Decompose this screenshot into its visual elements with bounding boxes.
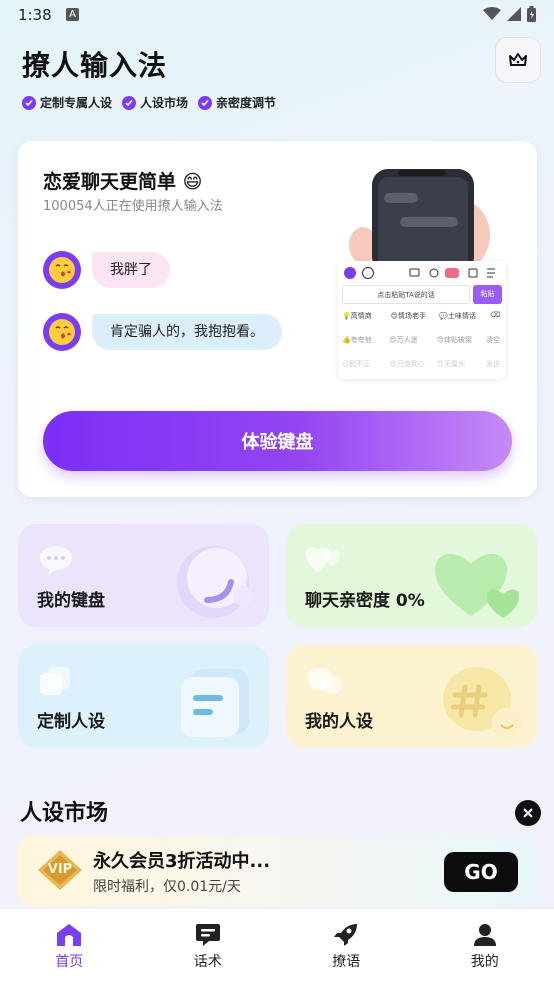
keyboard-paste-button: 粘贴 bbox=[473, 285, 502, 304]
status-icons bbox=[483, 6, 536, 22]
backspace-icon: ⌫ bbox=[490, 311, 500, 319]
close-icon bbox=[523, 808, 533, 818]
keyboard-chip: 😏假不正 bbox=[342, 360, 371, 368]
tile-my-persona[interactable]: 我的人设 bbox=[286, 645, 537, 748]
feature-item: 人设市场 bbox=[122, 94, 188, 111]
tile-custom-persona[interactable]: 定制人设 bbox=[18, 645, 269, 748]
signal-icon bbox=[507, 7, 521, 21]
user-icon bbox=[473, 924, 496, 946]
feature-list: 定制专属人设 人设市场 亲密度调节 bbox=[22, 94, 276, 111]
wifi-icon bbox=[483, 7, 501, 20]
tab-flirt[interactable]: 撩语 bbox=[277, 909, 416, 984]
keyboard-chip: 😊万人迷 bbox=[389, 336, 418, 344]
document-decoration-icon bbox=[181, 669, 249, 737]
check-icon bbox=[122, 95, 137, 110]
chat-bubble-icon bbox=[40, 546, 72, 575]
chat-icon bbox=[195, 924, 220, 946]
phone-in-hand-illustration bbox=[349, 169, 490, 273]
feature-item: 亲密度调节 bbox=[198, 94, 276, 111]
feature-label: 人设市场 bbox=[140, 96, 189, 110]
keyboard-row: 💡高情商 😊情场老手 💬土味情话 ⌫ bbox=[342, 311, 502, 321]
avatar bbox=[43, 251, 81, 289]
tab-label: 话术 bbox=[193, 954, 222, 970]
keyboard-input-field: 点击粘贴TA说的话 bbox=[342, 285, 470, 304]
chat-bubble-other: 我胖了 bbox=[92, 252, 170, 288]
keyboard-chip: 😊只道我心 bbox=[389, 360, 425, 368]
feature-label: 定制专属人设 bbox=[40, 96, 113, 110]
tile-label: 我的人设 bbox=[305, 712, 373, 732]
intro-card: 恋爱聊天更简单 😄 100054人正在使用撩人输入法 我胖了 肯定骗人的，我抱抱… bbox=[18, 141, 537, 497]
promo-title: 永久会员3折活动中... bbox=[93, 851, 271, 872]
app-title: 撩人输入法 bbox=[22, 49, 168, 82]
keyboard-chip: 😊体贴被窝 bbox=[436, 336, 472, 344]
market-section-title: 人设市场 bbox=[20, 801, 109, 826]
go-button[interactable]: GO bbox=[444, 852, 518, 892]
green-hearts-decoration-icon bbox=[435, 553, 519, 618]
tile-chat-intimacy[interactable]: 聊天亲密度 0% bbox=[286, 524, 537, 627]
keyboard-send: 发送 bbox=[485, 360, 500, 368]
check-icon bbox=[22, 95, 36, 110]
kiss-emoji-icon bbox=[49, 319, 75, 345]
feature-item: 定制专属人设 bbox=[22, 94, 112, 111]
tab-label: 首页 bbox=[55, 954, 84, 970]
close-promo-button[interactable] bbox=[515, 800, 541, 826]
keyboard-chip: 😊情场老手 bbox=[390, 312, 426, 320]
kiss-emoji-icon bbox=[49, 257, 75, 283]
keyboard-chip: 😊无厘头 bbox=[436, 360, 465, 368]
bottom-tab-bar: 首页 话术 撩语 我的 bbox=[0, 908, 554, 984]
tile-label: 定制人设 bbox=[37, 712, 105, 732]
crown-icon bbox=[509, 53, 527, 66]
vip-promo-banner[interactable]: VIP 永久会员3折活动中... 限时福利，仅0.01元/天 GO bbox=[18, 836, 537, 906]
keyboard-preview: 点击粘贴TA说的话 粘贴 💡高情商 😊情场老手 💬土味情话 ⌫ 👍夸夸他 😊万人… bbox=[338, 261, 506, 379]
keyboard-row: 😏假不正 😊只道我心 😊无厘头 发送 bbox=[342, 359, 502, 369]
keyboard-clear: 清空 bbox=[485, 336, 500, 344]
rocket-icon bbox=[334, 924, 358, 946]
tab-phrases[interactable]: 话术 bbox=[139, 909, 278, 984]
moon-decoration-icon bbox=[177, 546, 253, 618]
keyboard-chip: 💬土味情话 bbox=[439, 312, 477, 320]
card-subtitle: 100054人正在使用撩人输入法 bbox=[43, 199, 223, 214]
hashtag-decoration-icon bbox=[443, 667, 522, 738]
chat-bubbles-icon bbox=[307, 668, 343, 694]
tab-label: 我的 bbox=[470, 954, 499, 970]
tile-label: 聊天亲密度 0% bbox=[305, 591, 425, 611]
hearts-icon bbox=[306, 547, 340, 572]
keyboard-chip: 👍夸夸他 bbox=[342, 336, 372, 344]
keyboard-chip: 💡高情商 bbox=[342, 312, 372, 320]
tab-label: 撩语 bbox=[332, 954, 361, 970]
battery-icon bbox=[527, 6, 536, 22]
home-icon bbox=[57, 924, 82, 946]
feature-label: 亲密度调节 bbox=[216, 96, 277, 110]
vip-badge-text: VIP bbox=[47, 862, 73, 877]
tile-label: 我的键盘 bbox=[37, 591, 105, 611]
vip-badge-icon: VIP bbox=[38, 850, 82, 890]
vip-crown-button[interactable] bbox=[495, 37, 541, 83]
keyboard-row: 👍夸夸他 😊万人迷 😊体贴被窝 清空 bbox=[342, 335, 502, 345]
tile-my-keyboard[interactable]: 我的键盘 bbox=[18, 524, 269, 627]
tab-home[interactable]: 首页 bbox=[0, 909, 139, 984]
try-keyboard-button[interactable]: 体验键盘 bbox=[43, 411, 512, 471]
notification-icon: A bbox=[66, 8, 79, 21]
card-title: 恋爱聊天更简单 😄 bbox=[43, 171, 203, 193]
status-time: 1:38 bbox=[18, 6, 52, 24]
avatar bbox=[43, 313, 81, 351]
keyboard-illustration: 点击粘贴TA说的话 粘贴 💡高情商 😊情场老手 💬土味情话 ⌫ 👍夸夸他 😊万人… bbox=[338, 165, 508, 385]
chat-bubble-reply: 肯定骗人的，我抱抱看。 bbox=[92, 314, 282, 350]
status-bar: 1:38 A bbox=[0, 0, 554, 30]
check-icon bbox=[198, 95, 213, 110]
keyboard-toolbar-icons bbox=[344, 267, 495, 279]
tab-mine[interactable]: 我的 bbox=[416, 909, 554, 984]
stacked-cards-icon bbox=[40, 667, 70, 695]
promo-subtitle: 限时福利，仅0.01元/天 bbox=[93, 879, 241, 895]
